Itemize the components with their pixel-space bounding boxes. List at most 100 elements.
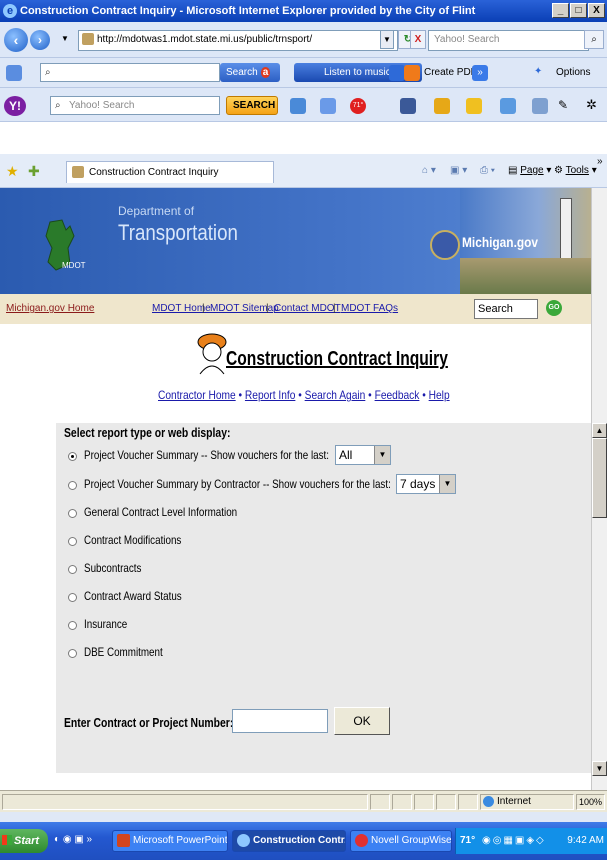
tools-menu[interactable]: ⚙ Tools ▾	[554, 165, 597, 176]
option-label: Contract Modifications	[84, 533, 182, 547]
tray-icons[interactable]: ◉◎▦▣◈◇	[482, 828, 546, 854]
site-search-go-button[interactable]: GO	[546, 300, 562, 316]
radio-insurance[interactable]	[68, 621, 77, 630]
print-icon[interactable]: ⎙ ▾	[480, 165, 495, 176]
games-icon[interactable]	[434, 98, 450, 114]
menu-icon[interactable]	[532, 98, 548, 114]
start-button[interactable]: Start	[0, 829, 48, 853]
create-pdf-button[interactable]: Create PDF	[424, 67, 477, 78]
pencil-icon[interactable]: ✎	[558, 98, 568, 112]
michigan-gov-logo[interactable]: Michigan.gov	[462, 234, 538, 250]
scroll-thumb[interactable]	[592, 438, 607, 518]
contact-mdot-link[interactable]: Contact MDOT	[274, 303, 341, 314]
contractor-home-link[interactable]: Contractor Home	[158, 388, 236, 402]
mdot-faqs-link[interactable]: MDOT FAQs	[341, 303, 398, 314]
radio-contract-modifications[interactable]	[68, 537, 77, 546]
page-menu[interactable]: ▤ Page ▾	[508, 165, 551, 176]
windows-taskbar: Start ◐ ◉ ▣ » Microsoft PowerPoint... Co…	[0, 822, 607, 860]
settings-icon[interactable]: ✲	[586, 97, 597, 113]
bookmarks-icon[interactable]	[290, 98, 306, 114]
radio-contract-award-status[interactable]	[68, 593, 77, 602]
status-text-cell	[2, 794, 368, 810]
report-form: Select report type or web display: Proje…	[56, 423, 591, 773]
feedback-link[interactable]: Feedback	[375, 388, 420, 402]
clock: 9:42 AM	[567, 835, 604, 846]
page-heading: Construction Contract Inquiry	[226, 348, 448, 370]
maximize-button[interactable]: □	[570, 3, 587, 18]
contract-number-input[interactable]	[232, 709, 328, 733]
contractor-voucher-period-select[interactable]: 7 days ▼	[396, 474, 456, 494]
more-tools-chevron-icon[interactable]: »	[597, 156, 603, 167]
home-icon[interactable]: ⌂ ▾	[422, 165, 436, 176]
address-bar[interactable]: http://mdotwas1.mdot.state.mi.us/public/…	[78, 30, 398, 51]
feeds-icon[interactable]: ▣ ▾	[450, 165, 467, 176]
status-bar: Internet 100%	[0, 790, 607, 812]
weather-icon[interactable]: 71°	[350, 98, 366, 114]
site-nav-strip: Michigan.gov Home MDOT Home | MDOT Sitem…	[0, 294, 591, 324]
dept-line2: Transportation	[118, 220, 238, 245]
form-prompt: Select report type or web display:	[64, 425, 231, 440]
weather-temp: 71°	[460, 835, 476, 846]
scroll-up-icon[interactable]: ▲	[592, 423, 607, 438]
michigan-gov-home-link[interactable]: Michigan.gov Home	[6, 303, 94, 314]
radio-general-contract-info[interactable]	[68, 509, 77, 518]
lighthouse-icon	[560, 198, 572, 260]
ie-task-icon	[237, 834, 250, 847]
close-button[interactable]: X	[588, 3, 605, 18]
chevron-down-icon: ▼	[374, 446, 390, 464]
ie-icon: e	[3, 4, 17, 18]
answers-icon[interactable]	[500, 98, 516, 114]
radio-subcontracts[interactable]	[68, 565, 77, 574]
voucher-period-select[interactable]: All ▼	[335, 445, 391, 465]
stop-icon[interactable]: X	[410, 30, 426, 49]
more-chevron-icon[interactable]: »	[472, 65, 488, 81]
page-scrollbar[interactable]: ▲ ▼	[591, 188, 607, 790]
report-info-link[interactable]: Report Info	[245, 388, 295, 402]
browser-search-input[interactable]: Yahoo! Search	[428, 30, 589, 51]
site-search-input[interactable]	[474, 299, 538, 319]
facebook-icon[interactable]	[400, 98, 416, 114]
address-dropdown-icon[interactable]: ▼	[380, 30, 394, 49]
forward-button[interactable]: ›	[30, 30, 50, 50]
yahoo-search-button[interactable]: SEARCH	[226, 96, 278, 115]
browser-search-icon[interactable]: ⌕	[584, 30, 604, 49]
add-favorite-icon[interactable]: ✚	[28, 163, 40, 180]
zoom-level[interactable]: 100%	[576, 794, 605, 810]
favorites-star-icon[interactable]: ★	[6, 163, 19, 180]
option-label: General Contract Level Information	[84, 505, 238, 519]
ask-search-button[interactable]: Search a	[220, 63, 280, 82]
ask-toolbar: ⌕ Search a Listen to music Create PDF » O…	[0, 58, 607, 88]
scroll-down-icon[interactable]: ▼	[592, 761, 607, 776]
yahoo-search-input[interactable]: ⌕ Yahoo! Search	[50, 96, 220, 115]
tab-construction-contract-inquiry[interactable]: Construction Contract Inquiry	[66, 161, 274, 183]
ok-button[interactable]: OK	[334, 707, 390, 735]
yahoo-logo-icon[interactable]: Y!	[4, 96, 26, 116]
groupwise-icon	[355, 834, 368, 847]
mdot-logo-text: MDOT	[62, 261, 86, 270]
powerpoint-icon	[117, 834, 130, 847]
ask-search-input[interactable]: ⌕	[40, 63, 220, 82]
radio-dbe-commitment[interactable]	[68, 649, 77, 658]
edit-icon[interactable]	[6, 65, 22, 81]
taskbar-item-powerpoint[interactable]: Microsoft PowerPoint...	[112, 830, 228, 852]
address-text: http://mdotwas1.mdot.state.mi.us/public/…	[97, 34, 313, 45]
dept-line1: Department of	[118, 204, 195, 218]
radio-voucher-summary-by-contractor[interactable]	[68, 481, 77, 490]
taskbar-item-ie[interactable]: Construction Contr...	[232, 830, 346, 852]
mail-icon[interactable]	[320, 98, 336, 114]
radio-project-voucher-summary[interactable]	[68, 452, 77, 461]
history-dropdown-icon[interactable]: ▼	[58, 30, 72, 49]
tab-bar: ★ ✚ Construction Contract Inquiry ⌂ ▾ ▣ …	[0, 154, 607, 188]
minimize-button[interactable]: _	[552, 3, 569, 18]
mdot-banner: MDOT Department of Transportation Michig…	[0, 188, 591, 294]
security-zone: Internet	[480, 794, 574, 810]
back-button[interactable]: ‹	[4, 28, 28, 52]
search-again-link[interactable]: Search Again	[305, 388, 366, 402]
help-link[interactable]: Help	[429, 388, 450, 402]
options-button[interactable]: Options	[556, 67, 590, 78]
taskbar-item-groupwise[interactable]: Novell GroupWise - M...	[350, 830, 452, 852]
music-icon[interactable]	[466, 98, 482, 114]
option-label: Project Voucher Summary -- Show vouchers…	[84, 448, 330, 462]
music-dropdown-icon[interactable]	[389, 65, 405, 81]
quicklaunch-icons[interactable]: ◐ ◉ ▣ »	[54, 834, 92, 845]
